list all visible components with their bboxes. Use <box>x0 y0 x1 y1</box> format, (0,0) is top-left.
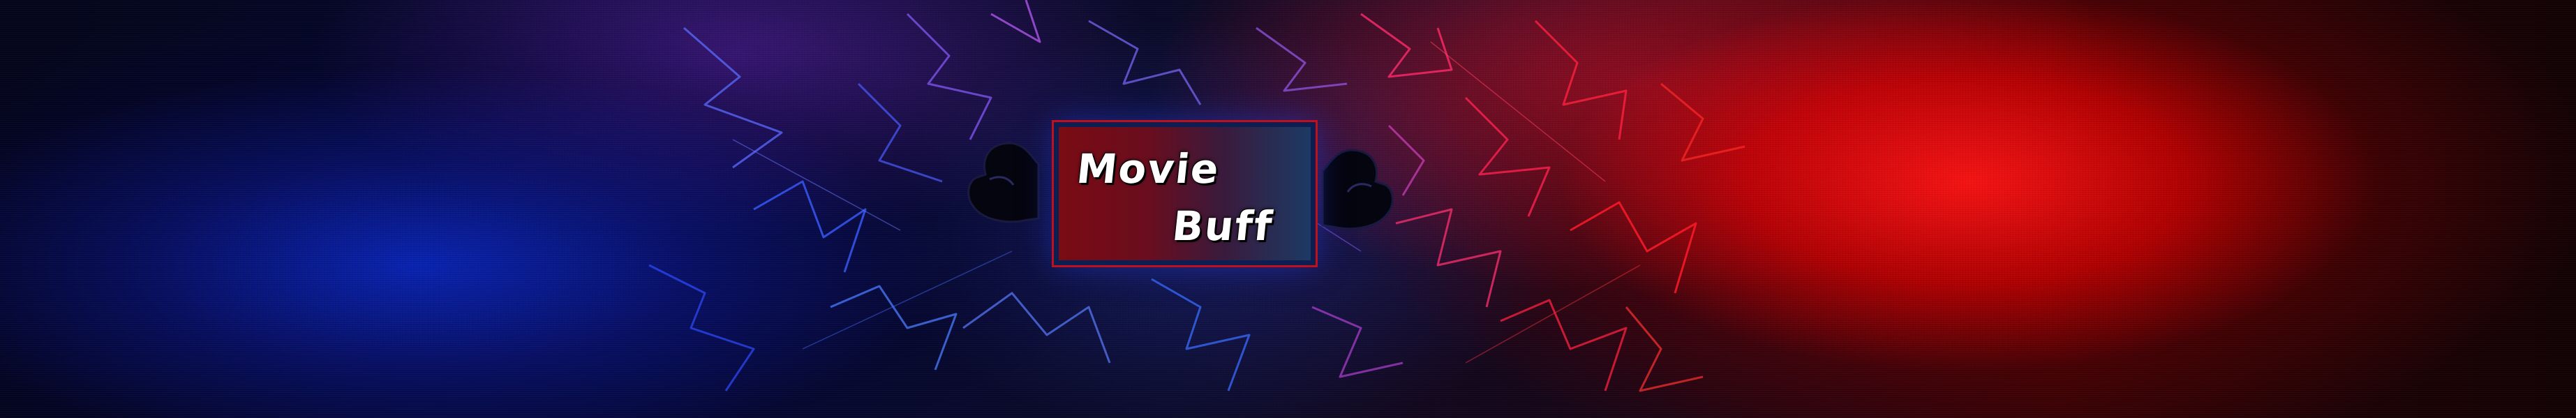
shard <box>1311 306 1404 378</box>
shard <box>683 27 783 169</box>
shard <box>1151 278 1251 391</box>
flexing-arm-right-icon <box>1321 149 1394 230</box>
shard <box>648 264 755 391</box>
shard <box>830 285 958 371</box>
shard <box>1360 13 1453 78</box>
shard <box>1660 82 1745 162</box>
shard <box>1088 20 1202 105</box>
movie-buff-logo: Movie Buff <box>1054 122 1316 265</box>
shard <box>1570 201 1697 294</box>
shard <box>962 292 1111 364</box>
logo-word-buff: Buff <box>1170 202 1276 250</box>
channel-banner: Movie Buff <box>0 0 2576 418</box>
logo-word-movie: Movie <box>1074 145 1223 193</box>
shard <box>1625 306 1704 392</box>
shard-line <box>802 251 1013 350</box>
shard <box>1256 27 1348 92</box>
shard <box>1464 96 1551 217</box>
shard <box>1395 208 1502 308</box>
shard <box>753 180 867 273</box>
shard-line <box>1465 264 1641 364</box>
shard <box>990 0 1041 43</box>
shard <box>1534 20 1628 140</box>
shard <box>906 13 992 140</box>
shard <box>857 82 943 183</box>
shard <box>1500 299 1628 391</box>
shard-line <box>1430 41 1606 182</box>
flexing-arm-left-icon <box>967 142 1040 223</box>
